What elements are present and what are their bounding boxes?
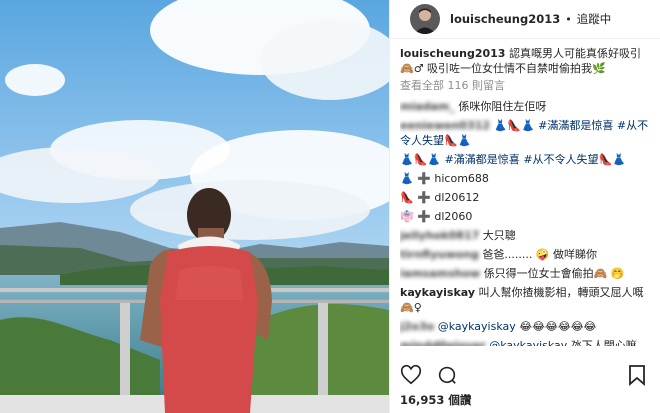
comment-username[interactable]: kaykayiskay [400,286,475,299]
comment-row: jellyhok0817 大只聰 [400,228,652,243]
comment-text: 👗 ➕ hicom688 [400,172,489,185]
hashtag-link[interactable]: #滿滿都是惊喜 [445,153,520,166]
comments-list: louischeung2013 認真嘅男人可能真係好吸引🙈♂ 吸引咗一位女仕情不… [400,46,652,346]
comment-text: @kaykayiskay 氹下人開心嘛 [489,339,637,346]
comment-text: 大只聰 [482,229,516,242]
comment-row: 👠 ➕ dl20612 [400,190,652,205]
hashtag-link[interactable]: @kaykayiskay [438,320,516,333]
comment-row: 👗👠👗 #滿滿都是惊喜 #从不令人失望👠👗 [400,152,652,167]
instagram-post: louischeung2013 • 追蹤中 louischeung2013 認真… [0,0,660,413]
comment-row: kaykayiskay 叫人幫你揸機影相，轉頭又屈人嘅🙈♀ [400,285,652,315]
post-header: louischeung2013 • 追蹤中 [390,0,660,39]
comment-username[interactable]: jellyhok0817 [400,229,479,242]
comment-container: miadam_ 係咪你阻住左佢呀 eeniewen0312 👗👠👗 #滿滿都是惊喜… [400,99,652,346]
comment-row: miadam_ 係咪你阻住左佢呀 [400,99,652,114]
comment-text: 係咪你阻住左佢呀 [458,100,547,113]
hashtag-link[interactable]: #从不令人失望👠👗 [523,153,626,166]
hashtag-link[interactable]: #滿滿都是惊喜 [538,119,613,132]
comment-row: 👗 ➕ hicom688 [400,171,652,186]
comment-text: 👘 ➕ dl2060 [400,210,473,223]
comment-username[interactable]: mindd0piover [400,339,486,346]
bookmark-icon[interactable] [628,364,646,386]
comment-row: j2o3o @kaykayiskay 😂😂😂😂😂😂 [400,319,652,334]
likes-count[interactable]: 16,953 個讚 [400,392,471,408]
post-caption: louischeung2013 認真嘅男人可能真係好吸引🙈♂ 吸引咗一位女仕情不… [400,46,652,76]
post-photo [0,0,389,413]
post-author-username[interactable]: louischeung2013 [450,12,560,26]
comment-username[interactable]: iamsamshow [400,267,480,280]
comment-row: mindd0piover @kaykayiskay 氹下人開心嘛 [400,338,652,346]
comment-text: 👗👠👗 #滿滿都是惊喜 #从不令人失望👠👗 [400,153,626,166]
follow-status-button[interactable]: 追蹤中 [577,11,612,27]
caption-username[interactable]: louischeung2013 [400,47,505,60]
heart-icon[interactable] [400,364,422,386]
comment-text: 爸爸........ 🤪 做咩睇你 [482,248,598,261]
comment-row: 👘 ➕ dl2060 [400,209,652,224]
comment-text: 👠 ➕ dl20612 [400,191,480,204]
comment-row: iamsamshow 係只得一位女士會偷拍🙈 🤭 [400,266,652,281]
separator-dot: • [565,12,572,26]
avatar[interactable] [410,4,440,34]
comment-username[interactable]: tirnfiyuwong [400,248,479,261]
comment-text: 係只得一位女士會偷拍🙈 🤭 [483,267,625,280]
comment-username[interactable]: miadam_ [400,100,455,113]
view-all-comments-link[interactable]: 查看全部 116 則留言 [400,78,652,93]
hashtag-link[interactable]: @kaykayiskay [489,339,567,346]
comment-username[interactable]: j2o3o [400,320,434,333]
action-bar [400,364,472,386]
comment-icon[interactable] [436,364,458,386]
comment-row: tirnfiyuwong 爸爸........ 🤪 做咩睇你 [400,247,652,262]
post-side-panel: louischeung2013 • 追蹤中 louischeung2013 認真… [389,0,660,413]
comment-username[interactable]: eeniewen0312 [400,119,490,132]
comment-text: @kaykayiskay 😂😂😂😂😂😂 [437,320,597,333]
comment-row: eeniewen0312 👗👠👗 #滿滿都是惊喜 #从不令人失望👠👗 [400,118,652,148]
